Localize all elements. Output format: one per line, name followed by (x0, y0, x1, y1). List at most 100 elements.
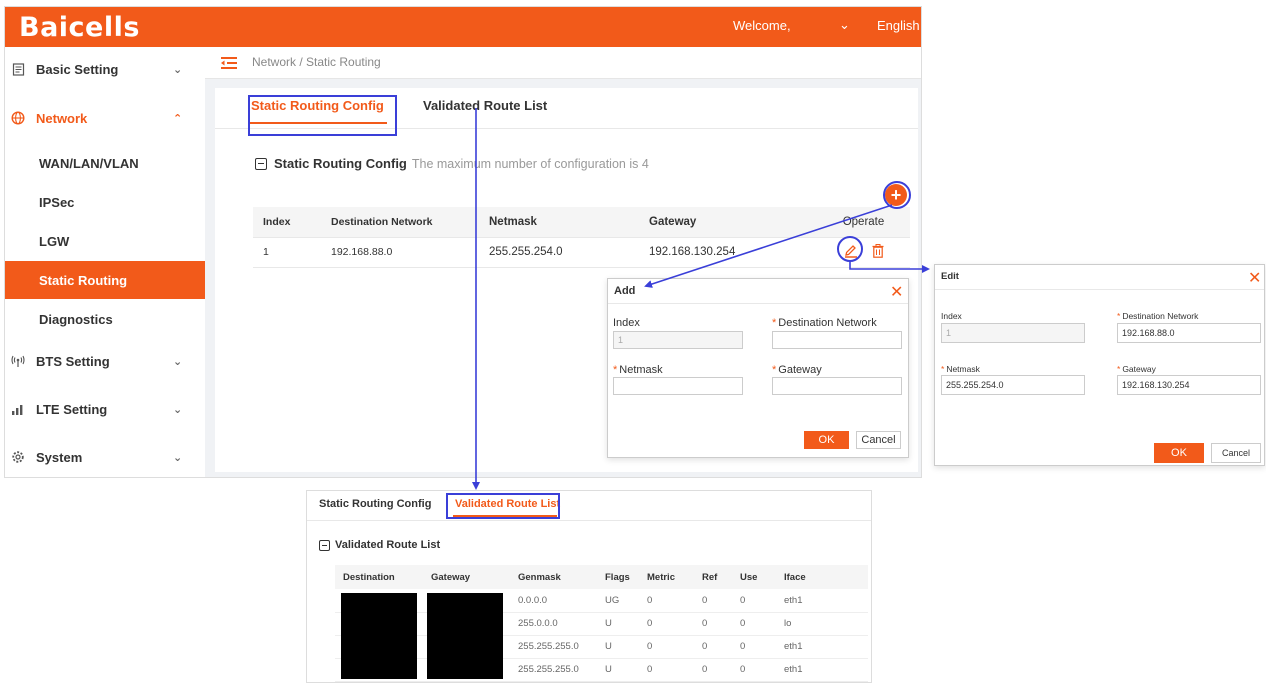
chevron-down-icon: ⌄ (173, 451, 183, 464)
cancel-button[interactable]: Cancel (1211, 443, 1261, 463)
cell-flags: UG (597, 589, 639, 613)
gateway-input[interactable] (772, 377, 902, 395)
label-text: Gateway (778, 364, 822, 376)
cell-iface: eth1 (776, 589, 868, 613)
sidebar-subitem-label: LGW (39, 233, 70, 249)
section-header: Static Routing Config The maximum number… (255, 156, 649, 171)
netmask-input[interactable] (613, 377, 743, 395)
cell-operate (817, 237, 910, 268)
cell-flags: U (597, 635, 639, 659)
cell-genmask: 0.0.0.0 (510, 589, 597, 613)
static-routes-table: Index Destination Network Netmask Gatewa… (253, 207, 910, 268)
sidebar-subitem-label: IPSec (39, 194, 75, 210)
section-header: Validated Route List (319, 539, 440, 551)
sidebar-item-bts-setting[interactable]: BTS Setting ⌄ (5, 341, 205, 381)
gateway-input[interactable]: 192.168.130.254 (1117, 375, 1261, 395)
cell-metric: 0 (639, 658, 694, 682)
collapse-icon[interactable] (319, 539, 330, 551)
welcome-text: Welcome, (733, 18, 791, 33)
highlight-box-validated-route-list-tab (446, 493, 560, 519)
close-icon[interactable]: ✕ (890, 282, 903, 302)
destination-network-label: * Destination Network (1117, 311, 1199, 321)
column-header: Use (732, 565, 776, 589)
sidebar-item-network[interactable]: Network ⌃ (5, 98, 205, 138)
sidebar-item-label: LTE Setting (36, 401, 108, 417)
menu-collapse-icon[interactable] (221, 56, 237, 74)
table-row: 1 192.168.88.0 255.255.254.0 192.168.130… (253, 237, 910, 268)
dialog-divider (608, 303, 908, 304)
add-route-button[interactable]: + (885, 184, 907, 206)
language-selector[interactable]: English (877, 18, 920, 33)
chevron-down-icon[interactable]: ⌄ (839, 17, 850, 33)
cell-ref: 0 (694, 658, 732, 682)
column-header: Gateway (639, 207, 817, 238)
cell-flags: U (597, 612, 639, 636)
cell-iface: lo (776, 612, 868, 636)
column-header: Flags (597, 565, 639, 589)
close-icon[interactable]: ✕ (1248, 268, 1261, 288)
cell-gateway: 192.168.130.254 (639, 237, 817, 268)
label-text: Destination Network (1122, 311, 1199, 321)
chevron-up-icon: ⌃ (173, 112, 183, 125)
column-header: Gateway (423, 565, 510, 589)
gateway-label: * Gateway (1117, 364, 1156, 374)
chevron-down-icon: ⌄ (173, 355, 183, 368)
tab-divider (307, 520, 871, 521)
delete-icon[interactable] (872, 243, 884, 261)
tab-validated-route-list[interactable]: Validated Route List (423, 98, 547, 113)
document-icon (11, 62, 25, 76)
breadcrumb: Network / Static Routing (252, 55, 381, 69)
sidebar-item-system[interactable]: System ⌄ (5, 437, 205, 477)
cancel-button[interactable]: Cancel (856, 431, 901, 449)
column-header: Metric (639, 565, 694, 589)
sidebar-item-lte-setting[interactable]: LTE Setting ⌄ (5, 389, 205, 429)
netmask-label: * Netmask (941, 364, 980, 374)
sidebar-item-label: Network (36, 110, 88, 126)
index-label: Index (613, 317, 640, 329)
collapse-icon[interactable] (255, 157, 267, 170)
netmask-input[interactable]: 255.255.254.0 (941, 375, 1085, 395)
destination-network-input[interactable]: 192.168.88.0 (1117, 323, 1261, 343)
sidebar-subitem-diagnostics[interactable]: Diagnostics (5, 300, 205, 338)
edit-dialog: Edit ✕ Index 1 * Destination Network 192.… (934, 264, 1265, 466)
ok-button[interactable]: OK (804, 431, 849, 449)
chevron-down-icon: ⌄ (173, 403, 183, 416)
section-title: Static Routing Config (274, 156, 407, 171)
brand-logo: Baicells (19, 12, 140, 43)
edit-icon[interactable] (844, 244, 858, 261)
index-label: Index (941, 311, 962, 321)
sidebar-subitem-lgw[interactable]: LGW (5, 222, 205, 260)
sidebar-item-basic-setting[interactable]: Basic Setting ⌄ (5, 49, 205, 89)
sidebar-subitem-wan-lan-vlan[interactable]: WAN/LAN/VLAN (5, 144, 205, 182)
cell-ref: 0 (694, 612, 732, 636)
sidebar-subitem-ipsec[interactable]: IPSec (5, 183, 205, 221)
breadcrumb-bar: Network / Static Routing (205, 47, 921, 79)
redacted-gateway-block (427, 593, 503, 679)
netmask-label: * Netmask (613, 364, 663, 376)
sidebar-subitem-label: Static Routing (39, 272, 128, 288)
dialog-divider (935, 289, 1264, 290)
index-field: 1 (613, 331, 743, 349)
cell-netmask: 255.255.254.0 (479, 237, 639, 268)
cell-use: 0 (732, 589, 776, 613)
cell-iface: eth1 (776, 658, 868, 682)
sidebar-subitem-label: WAN/LAN/VLAN (39, 155, 139, 171)
cell-use: 0 (732, 658, 776, 682)
dialog-title: Edit (941, 271, 959, 282)
tab-static-routing-config[interactable]: Static Routing Config (319, 498, 431, 510)
sidebar-subitem-static-routing[interactable]: Static Routing (5, 261, 205, 299)
signal-icon (11, 402, 25, 416)
column-header: Destination (335, 565, 423, 589)
gear-icon (11, 450, 25, 464)
ok-button[interactable]: OK (1154, 443, 1204, 463)
gateway-label: * Gateway (772, 364, 822, 376)
column-header: Netmask (479, 207, 639, 238)
cell-iface: eth1 (776, 635, 868, 659)
sidebar-item-label: System (36, 449, 83, 465)
cell-use: 0 (732, 612, 776, 636)
cell-flags: U (597, 658, 639, 682)
dialog-title: Add (614, 285, 636, 297)
column-header: Index (253, 207, 321, 238)
destination-network-input[interactable] (772, 331, 902, 349)
sidebar-subitem-label: Diagnostics (39, 311, 113, 327)
